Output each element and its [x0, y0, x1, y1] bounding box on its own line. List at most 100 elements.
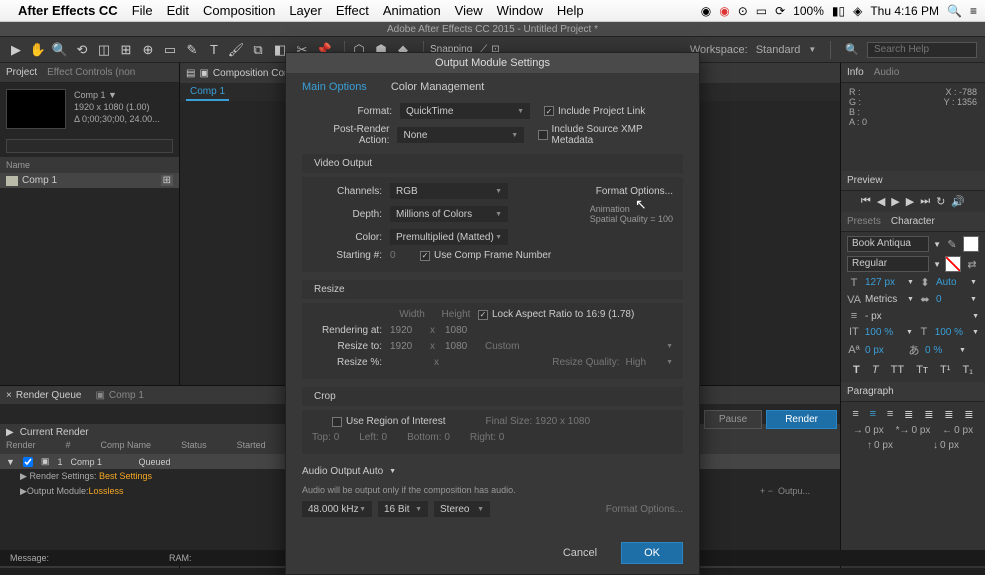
pan-tool-icon[interactable]: ⊞	[118, 42, 134, 58]
tab-effect-controls[interactable]: Effect Controls (non	[47, 67, 135, 78]
next-frame-icon[interactable]: ▶	[906, 195, 914, 208]
comp-thumbnail[interactable]	[6, 89, 66, 129]
anchor-tool-icon[interactable]: ⊕	[140, 42, 156, 58]
remove-module-icon[interactable]: −	[768, 486, 773, 496]
include-link-checkbox[interactable]	[544, 106, 554, 116]
menu-window[interactable]: Window	[497, 3, 543, 18]
loop-icon[interactable]: ↻	[936, 195, 945, 208]
tracking-value[interactable]: 0	[936, 294, 966, 305]
hand-tool-icon[interactable]: ✋	[30, 42, 46, 58]
justify-center-icon[interactable]: ≣	[924, 408, 933, 421]
fill-color-swatch[interactable]	[963, 236, 979, 252]
pause-button[interactable]: Pause	[704, 410, 762, 429]
zoom-tool-icon[interactable]: 🔍	[52, 42, 68, 58]
camera-tool-icon[interactable]: ◫	[96, 42, 112, 58]
indent-left[interactable]: → 0 px	[853, 425, 884, 436]
menu-effect[interactable]: Effect	[336, 3, 369, 18]
audio-rate-select[interactable]: 48.000 kHz	[302, 501, 372, 517]
status-icon[interactable]: ◉	[701, 4, 711, 18]
output-module-link[interactable]: Lossless	[88, 486, 123, 497]
hscale-value[interactable]: 100 %	[935, 327, 968, 338]
post-render-select[interactable]: None	[397, 127, 524, 143]
eyedropper-icon[interactable]: ✎	[945, 238, 959, 251]
menu-edit[interactable]: Edit	[167, 3, 189, 18]
render-settings-link[interactable]: Best Settings	[99, 471, 152, 481]
space-before[interactable]: ↑ 0 px	[867, 440, 893, 451]
tab-main-options[interactable]: Main Options	[302, 81, 367, 93]
text-tool-icon[interactable]: T	[206, 42, 222, 58]
font-style-select[interactable]: Regular	[847, 256, 929, 272]
rotate-tool-icon[interactable]: ⟲	[74, 42, 90, 58]
tab-character[interactable]: Character	[891, 216, 935, 227]
render-checkbox[interactable]	[23, 457, 33, 467]
disclosure-icon[interactable]: ▼	[6, 457, 15, 467]
justify-left-icon[interactable]: ≣	[904, 408, 913, 421]
indent-first[interactable]: *→ 0 px	[896, 425, 931, 436]
app-menu[interactable]: After Effects CC	[18, 3, 118, 18]
menu-icon[interactable]: ≡	[970, 4, 977, 18]
comp-icon[interactable]: ▣	[199, 68, 208, 79]
menu-file[interactable]: File	[132, 3, 153, 18]
wifi-icon[interactable]: ◈	[853, 4, 862, 18]
menu-composition[interactable]: Composition	[203, 3, 275, 18]
swap-colors-icon[interactable]: ⇄	[965, 258, 979, 271]
menu-animation[interactable]: Animation	[383, 3, 441, 18]
baseline-value[interactable]: 0 px	[865, 345, 903, 356]
status-icon[interactable]: ⊙	[738, 4, 748, 18]
kerning-value[interactable]: Metrics	[865, 294, 903, 305]
tab-presets[interactable]: Presets	[847, 216, 881, 227]
menu-view[interactable]: View	[455, 3, 483, 18]
tab-paragraph[interactable]: Paragraph	[847, 386, 894, 397]
font-size-value[interactable]: 127 px	[865, 277, 903, 288]
channels-select[interactable]: RGB	[390, 183, 508, 199]
workspace-select[interactable]: Standard	[756, 44, 801, 56]
depth-select[interactable]: Millions of Colors	[390, 206, 508, 222]
subscript-icon[interactable]: T₁	[963, 364, 973, 376]
add-module-icon[interactable]: +	[760, 486, 765, 496]
tab-audio[interactable]: Audio	[874, 67, 900, 78]
status-icon[interactable]: ▭	[756, 4, 767, 18]
wifi-icon[interactable]: ⟳	[775, 4, 785, 18]
col-name[interactable]: Name	[6, 160, 30, 170]
pen-tool-icon[interactable]: ✎	[184, 42, 200, 58]
space-after[interactable]: ↓ 0 px	[933, 440, 959, 451]
indent-right[interactable]: ← 0 px	[942, 425, 973, 436]
clone-tool-icon[interactable]: ⧉	[250, 42, 266, 58]
project-item[interactable]: Comp 1 ⊞	[0, 173, 179, 188]
render-button[interactable]: Render	[766, 410, 837, 429]
spotlight-icon[interactable]: 🔍	[947, 4, 962, 18]
selection-tool-icon[interactable]: ▶	[8, 42, 24, 58]
prev-frame-icon[interactable]: ◀	[877, 195, 885, 208]
comp-subtab[interactable]: Comp 1	[186, 84, 229, 101]
tab-project[interactable]: Project	[6, 67, 37, 78]
stroke-color-swatch[interactable]	[945, 256, 961, 272]
stroke-width-value[interactable]: - px	[865, 311, 903, 322]
bold-icon[interactable]: T	[853, 364, 860, 376]
tab-info[interactable]: Info	[847, 67, 864, 78]
italic-icon[interactable]: T	[872, 364, 879, 376]
tsume-value[interactable]: 0 %	[925, 345, 955, 356]
font-family-select[interactable]: Book Antiqua	[847, 236, 929, 252]
comp-name[interactable]: Comp 1 ▼	[74, 89, 160, 101]
disclosure-icon[interactable]: ▶	[20, 471, 27, 481]
smallcaps-icon[interactable]: Tт	[916, 364, 928, 376]
battery-icon[interactable]: ▮▯	[832, 4, 845, 18]
cancel-button[interactable]: Cancel	[551, 542, 609, 564]
audio-output-select[interactable]: Audio Output Auto	[302, 466, 383, 477]
flow-icon[interactable]: ▤	[186, 68, 195, 79]
vscale-value[interactable]: 100 %	[865, 327, 902, 338]
align-center-icon[interactable]: ≡	[870, 408, 876, 421]
audio-bits-select[interactable]: 16 Bit	[378, 501, 428, 517]
search-help-input[interactable]	[867, 42, 977, 58]
tab-render-queue[interactable]: ×Render Queue	[6, 390, 81, 401]
chevron-down-icon[interactable]: ▼	[808, 45, 816, 54]
item-actions-icon[interactable]: ⊞	[161, 175, 173, 186]
brush-tool-icon[interactable]: 🖌	[228, 42, 244, 58]
justify-right-icon[interactable]: ≣	[944, 408, 953, 421]
format-options-button[interactable]: Format Options...	[596, 186, 673, 197]
audio-channels-select[interactable]: Stereo	[434, 501, 490, 517]
project-search-input[interactable]	[6, 139, 173, 153]
play-icon[interactable]: ▶	[891, 195, 899, 208]
first-frame-icon[interactable]: ⏮	[861, 195, 871, 208]
ok-button[interactable]: OK	[621, 542, 683, 564]
